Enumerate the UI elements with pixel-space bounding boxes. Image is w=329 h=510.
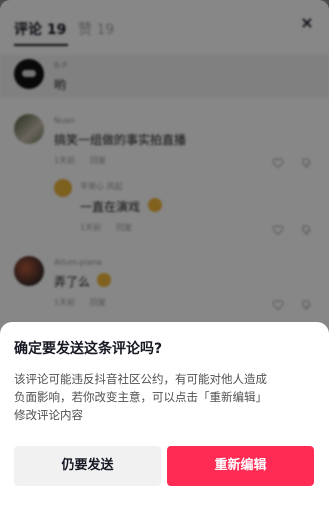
dialog-title: 确定要发送这条评论吗? — [14, 341, 163, 357]
reedit-button[interactable]: 重新编辑 — [167, 446, 314, 486]
dialog-message-line: 负面影响，若你改变主意，可以点击「重新编辑」 — [14, 390, 267, 404]
send-anyway-button[interactable]: 仍要发送 — [14, 446, 161, 486]
dialog-message-line: 该评论可能违反抖音社区公约，有可能对他人造成 — [14, 372, 267, 386]
dialog-message-line: 修改评论内容 — [14, 408, 83, 422]
confirm-send-dialog: 确定要发送这条评论吗? 该评论可能违反抖音社区公约，有可能对他人造成 负面影响，… — [0, 322, 329, 510]
dialog-message: 该评论可能违反抖音社区公约，有可能对他人造成 负面影响，若你改变主意，可以点击「… — [14, 370, 316, 424]
